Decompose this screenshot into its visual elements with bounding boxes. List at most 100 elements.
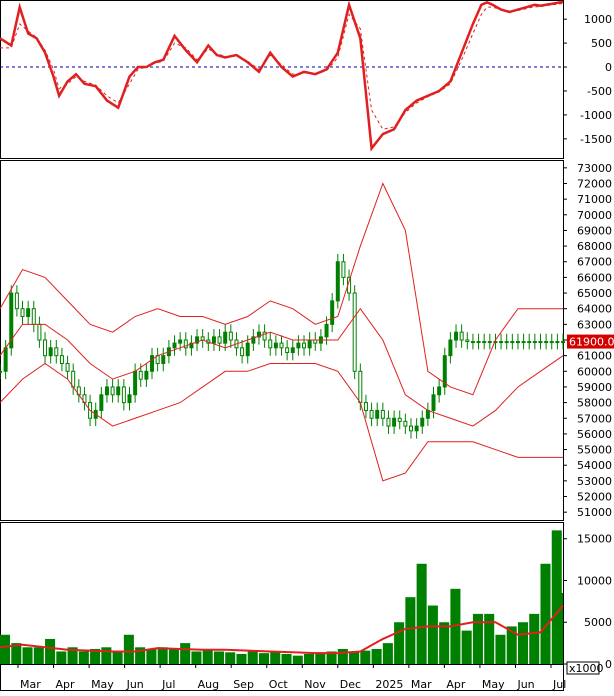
price-tick-label: 65000 [577,287,612,300]
candle-body [549,341,554,344]
candle-body [414,425,419,432]
candle-body [532,341,537,344]
x-tick-label: 2025 [375,678,403,691]
volume-tick-label: 10000 [577,574,612,587]
x-tick-label: Mar [20,678,41,691]
candle-body [223,331,228,344]
candle-body [37,323,42,341]
x-tick-label: Jun [516,678,534,691]
candle-body [307,339,312,349]
x-tick-label: Aug [198,678,219,691]
candle-body [48,347,53,357]
price-tick-label: 57000 [577,412,612,425]
x-tick-label: Apr [446,678,466,691]
price-tick-label: 52000 [577,491,612,504]
candle-body [116,386,121,396]
candle-body [465,339,470,343]
volume-bar [552,593,563,664]
x-tick-label: Jun [126,678,144,691]
oscillator-tick-label: 500 [591,37,612,50]
x-tick-label: Mar [411,678,432,691]
volume-bar [371,648,382,664]
candle-body [324,323,329,338]
candle-body [43,339,48,357]
candle-body [459,331,464,341]
candle-body [470,341,475,344]
volume-bar [191,651,202,664]
volume-bar [292,655,303,664]
candle-body [20,308,25,318]
candle-body [555,341,560,344]
candle-body [380,409,385,419]
oscillator-tick-label: 1000 [584,13,612,26]
candle-body [482,341,487,344]
price-tick-label: 64000 [577,303,612,316]
candle-body [121,386,126,404]
candle-body [14,292,19,310]
candle-body [515,341,520,344]
candle-body [386,417,391,427]
candle-body [99,394,104,411]
x-tick-label: Oct [269,678,289,691]
candle-body [302,342,307,349]
volume-tick-label: 0 [605,658,612,671]
volume-bar [236,653,247,664]
volume-bar [281,653,292,664]
candle-body [296,342,301,349]
candle-body [403,420,408,427]
stock-chart: 1000 500 0 -500 -1000 -1500 73000 72000 71000 700… [0,0,614,691]
candle-body [127,394,132,404]
volume-bar [461,630,472,664]
price-tick-label: 59000 [577,381,612,394]
volume-bar [202,648,213,664]
volume-bar [439,622,450,664]
x-tick-label: Apr [56,678,76,691]
price-tick-label: 61000 [577,350,612,363]
candle-body [341,261,346,278]
price-panel: 73000 72000 71000 70000 69000 68000 67000 66000… [0,162,614,519]
volume-bar [45,638,56,664]
volume-bar [101,647,112,664]
candle-body [408,425,413,432]
price-tick-label: 73000 [577,162,612,175]
candle-body [358,370,363,404]
candle-body [431,394,436,411]
volume-bar [33,647,44,664]
candle-body [172,342,177,349]
volume-bar [157,647,168,664]
volume-bar [270,651,281,664]
unit-label: x1000 [569,662,604,675]
volume-bar [213,651,224,664]
candle-body [0,370,2,373]
candle-body [544,341,549,344]
volume-bar [416,563,427,664]
price-tick-label: 51000 [577,506,612,519]
candle-body [178,339,183,344]
candle-body [487,341,492,344]
volume-bar [180,643,191,664]
volume-bar [123,634,134,664]
x-tick-label: May [91,678,114,691]
candle-body [369,409,374,419]
volume-bar [529,613,540,664]
x-tick-label: Dec [340,678,361,691]
volume-bar [382,643,393,664]
volume-bar [146,648,157,664]
candle-body [144,370,149,380]
candle-body [448,339,453,357]
price-tick-label: 70000 [577,209,612,222]
candle-body [217,336,222,344]
volume-bar [304,653,315,664]
candle-body [375,409,380,419]
price-tick-label: 69000 [577,224,612,237]
volume-bar [78,651,89,664]
x-tick-label: May [482,678,505,691]
volume-panel: 15000 10000 5000 0x1000 Mar Apr May Jun Jul Aug Se… [0,530,612,691]
candle-body [26,308,31,318]
volume-tick-label: 5000 [584,616,612,629]
volume-bar [517,622,528,664]
price-tick-label: 67000 [577,256,612,269]
volume-bar [540,563,551,664]
price-tick-label: 54000 [577,459,612,472]
volume-bar [168,648,179,664]
